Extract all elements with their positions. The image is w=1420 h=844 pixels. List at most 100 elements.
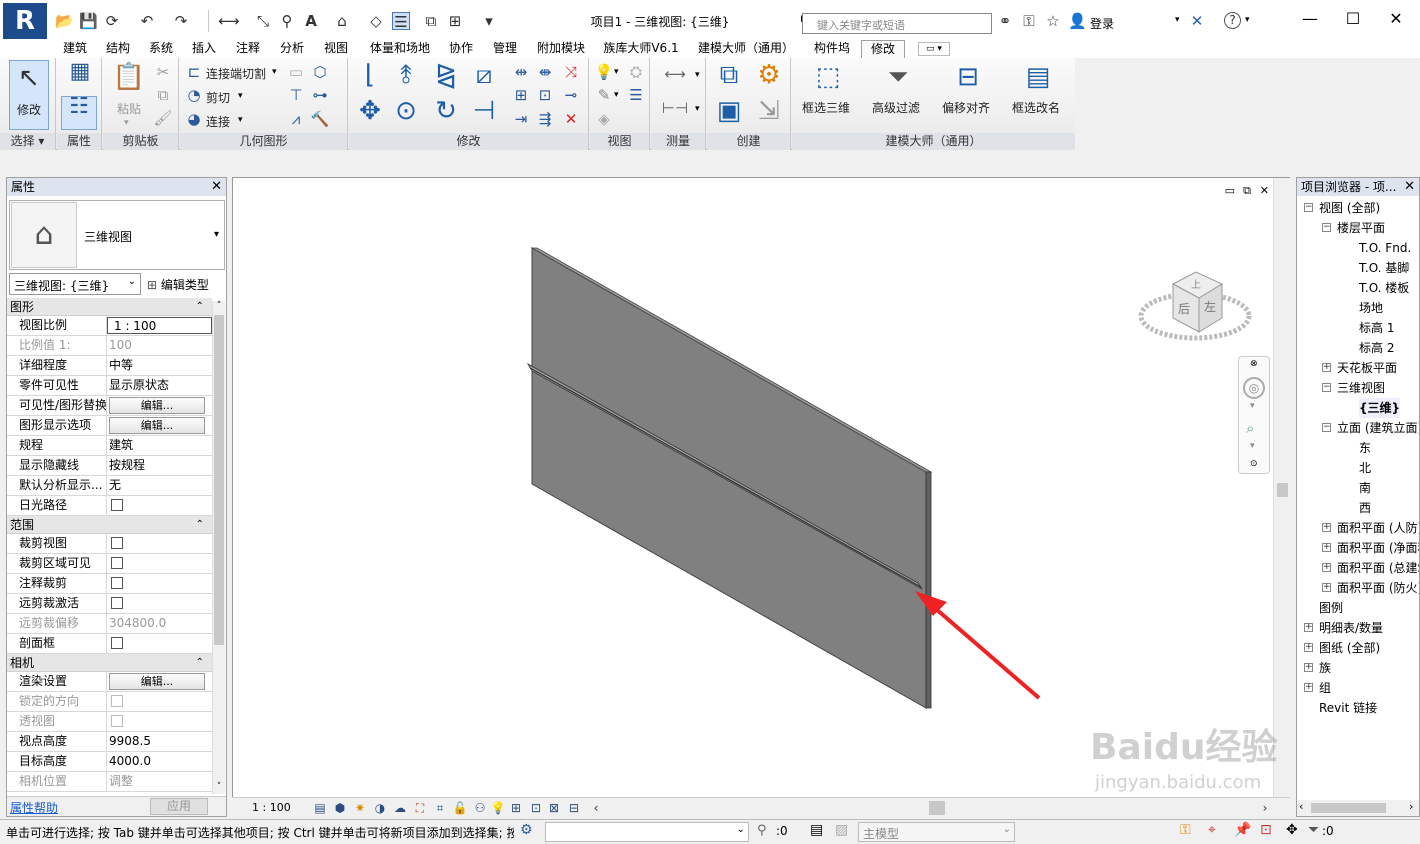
paste-icon[interactable]: 📋 — [111, 62, 147, 92]
render-icon[interactable]: ☁ — [392, 800, 408, 816]
array-icon[interactable]: ⊞ — [511, 85, 531, 105]
design-option-dropdown[interactable]: 主模型 ⌄ — [858, 822, 1015, 842]
canvas-vscrollbar[interactable] — [1273, 178, 1290, 798]
trim-single-icon[interactable]: ⇶ — [535, 109, 555, 129]
properties-icon[interactable]: ☷ — [61, 96, 97, 130]
help-icon[interactable]: ? — [1224, 12, 1241, 29]
offset-icon[interactable]: ⥉ — [391, 60, 421, 91]
filter-icon[interactable]: ⏷ — [1308, 822, 1319, 838]
tab-modify[interactable]: 修改 — [861, 40, 905, 58]
close-icon[interactable]: ✕ — [1376, 6, 1416, 34]
tab-structure[interactable]: 结构 — [98, 40, 138, 58]
cut-label[interactable]: 剪切 — [206, 89, 230, 106]
browser-node[interactable]: T.O. Fnd. — [1359, 238, 1411, 258]
browser-node[interactable]: 立面 (建筑立面) — [1337, 418, 1419, 438]
property-input[interactable]: 1 : 100 — [114, 319, 156, 333]
help-dropdown-icon[interactable]: ▾ — [1245, 15, 1250, 25]
dimension-icon[interactable]: ⤡ — [254, 12, 272, 30]
browser-node[interactable]: 楼层平面 — [1337, 218, 1385, 238]
browser-node[interactable]: 图纸 (全部) — [1319, 638, 1380, 658]
login-link[interactable]: 登录 — [1090, 15, 1114, 32]
properties-scrollbar[interactable]: ˄ ˅ — [212, 301, 225, 794]
excluded-icon[interactable]: ▨ — [835, 822, 848, 838]
view-scale[interactable]: 1 : 100 — [252, 801, 291, 814]
tab-model-master[interactable]: 建模大师（通用） — [690, 40, 802, 58]
save-icon[interactable]: 💾 — [79, 12, 98, 30]
tab-annotate[interactable]: 注释 — [228, 40, 268, 58]
property-value[interactable]: 按规程 — [109, 458, 145, 472]
measure-icon[interactable]: ⟷ — [218, 12, 240, 30]
sync-icon[interactable]: ⟳ — [103, 12, 121, 30]
tab-view[interactable]: 视图 — [316, 40, 356, 58]
scroll-up-icon[interactable]: ˄ — [214, 301, 224, 313]
application-menu-button[interactable]: R — [3, 3, 47, 39]
thin-lines-icon[interactable]: ☰ — [392, 12, 410, 31]
type-selector[interactable]: ⌂ 三维视图 ▾ — [9, 200, 225, 270]
property-group-header[interactable]: 相机 ⌃ — [7, 654, 212, 672]
section-icon[interactable]: ◇ — [367, 12, 385, 30]
browser-node[interactable]: 面积平面 (人防) — [1337, 518, 1419, 538]
linework-icon[interactable]: ✎ — [594, 85, 614, 105]
browser-node[interactable]: 标高 2 — [1359, 338, 1394, 358]
expand-toggle-icon[interactable]: + — [1322, 563, 1331, 572]
scroll-right-icon[interactable]: › — [1409, 800, 1413, 813]
browser-node[interactable]: 场地 — [1359, 298, 1383, 318]
offset-align-icon[interactable]: ⊟ — [950, 62, 986, 92]
select-underlay-icon[interactable]: ⌖ — [1208, 822, 1216, 838]
collapse-icon[interactable]: ⌃ — [196, 298, 204, 316]
join-geometry-icon[interactable]: ◕ — [184, 109, 204, 129]
crop-icon[interactable]: ⛶ — [412, 800, 428, 816]
measure-between-icon[interactable]: ⟷ — [657, 64, 693, 84]
expand-toggle-icon[interactable]: + — [1322, 523, 1331, 532]
login-dropdown-icon[interactable]: ▾ — [1175, 15, 1180, 25]
box-select-3d-button[interactable]: 框选三维 — [802, 99, 850, 116]
join-dropdown[interactable]: ▾ — [238, 115, 243, 125]
minimize-icon[interactable]: — — [1290, 6, 1330, 34]
pin-icon[interactable]: ⊸ — [561, 85, 581, 105]
unlock-view-icon[interactable]: 🔓 — [452, 800, 468, 816]
viewcube-front-face[interactable]: 后 — [1178, 300, 1190, 317]
browser-node[interactable]: Revit 链接 — [1319, 698, 1377, 718]
create-assembly-icon[interactable]: ⧉ — [711, 60, 747, 91]
browser-node[interactable]: 视图 (全部) — [1319, 198, 1380, 218]
shadows-icon[interactable]: ◑ — [372, 800, 388, 816]
move-icon[interactable]: ✥ — [355, 96, 385, 126]
view-instance-selector[interactable]: 三维视图: {三维} ⌄ — [9, 273, 141, 295]
close-hidden-icon[interactable]: ⧉ — [422, 12, 440, 30]
box-select-3d-icon[interactable]: ⬚ — [810, 62, 846, 92]
delete-icon[interactable]: ✕ — [561, 109, 581, 129]
expand-toggle-icon[interactable]: + — [1322, 543, 1331, 552]
property-group-header[interactable]: 图形 ⌃ — [7, 298, 212, 316]
align-icon[interactable]: ⌊ — [355, 60, 385, 90]
constraints-icon[interactable]: ⊠ — [546, 800, 562, 816]
expand-toggle-icon[interactable]: + — [1322, 363, 1331, 372]
property-checkbox[interactable] — [111, 537, 123, 549]
cut-join-label[interactable]: 连接端切割 — [206, 65, 266, 82]
browser-node[interactable]: 组 — [1319, 678, 1331, 698]
cut-icon[interactable]: ✂ — [153, 62, 173, 82]
tab-architecture[interactable]: 建筑 — [55, 40, 95, 58]
viewcube-left-face[interactable]: 左 — [1204, 298, 1216, 315]
favorites-icon[interactable]: ☆ — [1044, 12, 1062, 30]
dimension-dropdown[interactable]: ▾ — [695, 104, 700, 114]
property-checkbox[interactable] — [111, 597, 123, 609]
select-pinned-icon[interactable]: 📌 — [1234, 822, 1251, 838]
create-similar-icon[interactable]: ⇲ — [751, 96, 787, 126]
eraser-icon[interactable]: ◈ — [594, 109, 614, 129]
tab-addins[interactable]: 附加模块 — [530, 40, 592, 58]
measure-dropdown[interactable]: ▾ — [695, 70, 700, 80]
edit-button[interactable]: 编辑... — [109, 673, 205, 690]
nav-options-icon[interactable]: ⊙ — [1250, 459, 1258, 469]
paste-dropdown-icon[interactable]: ▾ — [124, 118, 129, 128]
browser-node[interactable]: 族 — [1319, 658, 1331, 678]
match-properties-icon[interactable]: 🖌 — [153, 108, 173, 128]
steering-wheel-icon[interactable]: ◎ — [1243, 377, 1265, 399]
edit-button[interactable]: 编辑... — [109, 417, 205, 434]
rename-icon[interactable]: ▤ — [1020, 62, 1056, 92]
subscription-icon[interactable]: ⚿ — [1020, 12, 1038, 30]
browser-node[interactable]: 面积平面 (总建筑面积) — [1337, 558, 1419, 578]
property-checkbox[interactable] — [111, 557, 123, 569]
create-group-icon[interactable]: ▣ — [711, 96, 747, 126]
hide-analytical-icon[interactable]: ⊟ — [566, 800, 582, 816]
reveal-hidden-icon[interactable]: 💡 — [490, 800, 506, 816]
